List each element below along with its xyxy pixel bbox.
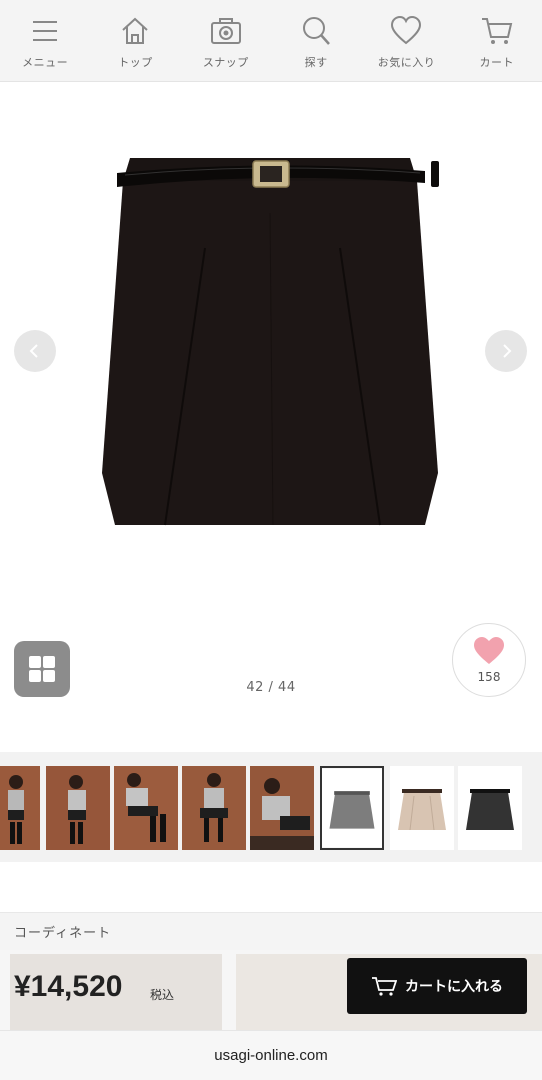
chevron-left-icon	[29, 344, 38, 358]
nav-item-menu[interactable]: メニュー	[0, 0, 90, 82]
coordinate-section-header: コーディネート	[0, 912, 542, 950]
favorite-button[interactable]: 158	[452, 623, 526, 697]
heart-icon	[391, 15, 422, 45]
thumbnail-item[interactable]	[182, 766, 246, 850]
thumbnail-item[interactable]	[250, 766, 314, 850]
nav-label-cart: カート	[479, 56, 515, 69]
thumbnail-item[interactable]	[390, 766, 454, 850]
thumbnail-item[interactable]	[0, 766, 40, 850]
nav-item-cart[interactable]: カート	[452, 0, 542, 82]
chevron-right-icon	[503, 344, 512, 358]
thumbnail-image	[322, 768, 382, 848]
search-icon	[303, 17, 331, 45]
add-to-cart-button[interactable]: カートに入れる	[347, 958, 527, 1014]
top-navigation: メニュー トップ スナップ 探す お気に入り カート	[0, 0, 542, 82]
grid-icon	[29, 656, 55, 682]
thumbnail-item[interactable]	[114, 766, 178, 850]
product-page: メニュー トップ スナップ 探す お気に入り カート 42 / 44 158 コ…	[0, 0, 542, 1080]
thumbnail-item[interactable]	[46, 766, 110, 850]
hamburger-menu-icon	[33, 21, 58, 41]
thumbnail-image	[458, 766, 522, 850]
product-image-skirt	[102, 158, 439, 526]
image-grid-button[interactable]	[14, 641, 70, 697]
thumbnail-image	[0, 766, 40, 850]
camera-icon	[210, 18, 241, 44]
product-price: ¥14,520	[14, 970, 123, 1003]
thumbnail-item-selected[interactable]	[320, 766, 384, 850]
home-icon	[122, 17, 149, 44]
nav-label-favorites: お気に入り	[377, 56, 436, 69]
thumbnail-item[interactable]	[458, 766, 522, 850]
previous-image-button[interactable]	[14, 330, 56, 372]
add-to-cart-label: カートに入れる	[405, 979, 503, 995]
next-image-button[interactable]	[485, 330, 527, 372]
nav-item-top[interactable]: トップ	[90, 0, 180, 82]
nav-label-menu: メニュー	[22, 56, 69, 69]
coordinate-preview[interactable]: ¥14,520 税込 カートに入れる	[0, 950, 542, 1030]
url-text: usagi-online.com	[214, 1047, 328, 1064]
tax-label: 税込	[150, 988, 175, 1002]
coordinate-title: コーディネート	[14, 926, 112, 941]
nav-label-search: 探す	[304, 56, 328, 69]
thumbnail-image	[250, 766, 314, 850]
favorite-count: 158	[477, 670, 501, 684]
thumbnail-image	[182, 766, 246, 850]
nav-label-top: トップ	[118, 56, 153, 69]
thumbnail-image	[46, 766, 110, 850]
cart-icon	[372, 977, 397, 996]
nav-item-favorites[interactable]: お気に入り	[361, 0, 451, 82]
thumbnail-strip[interactable]	[0, 752, 542, 862]
product-image-carousel[interactable]: 42 / 44 158	[0, 83, 542, 723]
nav-label-snap: スナップ	[202, 56, 249, 69]
cart-icon	[481, 18, 513, 44]
image-counter: 42 / 44	[246, 680, 296, 695]
thumbnail-image	[390, 766, 454, 850]
thumbnail-image	[114, 766, 178, 850]
heart-filled-icon	[474, 637, 504, 664]
nav-item-snap[interactable]: スナップ	[181, 0, 271, 82]
browser-address-bar[interactable]: usagi-online.com	[0, 1030, 542, 1080]
nav-item-search[interactable]: 探す	[271, 0, 361, 82]
